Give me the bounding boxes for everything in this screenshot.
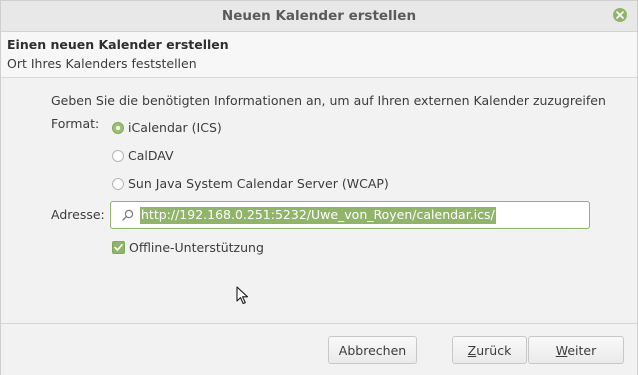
offline-support-checkbox[interactable]: Offline-Unterstützung — [112, 240, 264, 255]
format-option-label: Sun Java System Calendar Server (WCAP) — [128, 176, 389, 191]
radio-wcap[interactable] — [112, 177, 124, 190]
format-option-label: iCalendar (ICS) — [128, 120, 222, 135]
address-value[interactable]: http://192.168.0.251:5232/Uwe_von_Royen/… — [140, 207, 496, 224]
info-text: Geben Sie die benötigten Informationen a… — [51, 93, 606, 108]
wizard-page-title: Einen neuen Kalender erstellen — [7, 37, 229, 52]
wizard-content: Geben Sie die benötigten Informationen a… — [1, 78, 637, 322]
button-bar: Abbrechen Zurück Weiter — [1, 323, 637, 375]
address-input[interactable]: http://192.168.0.251:5232/Uwe_von_Royen/… — [110, 201, 590, 229]
titlebar[interactable]: Neuen Kalender erstellen — [1, 1, 637, 32]
checkbox-offline[interactable] — [112, 241, 125, 254]
wizard-header: Einen neuen Kalender erstellen Ort Ihres… — [1, 32, 637, 78]
wizard-page-subtitle: Ort Ihres Kalenders feststellen — [7, 56, 197, 71]
radio-caldav[interactable] — [112, 149, 124, 162]
format-option-icalendar[interactable]: iCalendar (ICS) — [112, 120, 222, 135]
address-label: Adresse: — [51, 207, 105, 222]
format-label: Format: — [51, 116, 100, 131]
cancel-button-label: Abbrechen — [338, 342, 407, 358]
format-option-caldav[interactable]: CalDAV — [112, 148, 174, 163]
format-option-label: CalDAV — [128, 148, 174, 163]
search-icon — [122, 209, 134, 221]
cancel-button[interactable]: Abbrechen — [328, 336, 417, 364]
back-button-label: Zurück — [467, 342, 512, 358]
back-button[interactable]: Zurück — [452, 336, 527, 364]
close-icon — [616, 11, 624, 19]
window-title: Neuen Kalender erstellen — [221, 8, 417, 24]
dialog-window: Neuen Kalender erstellen Einen neuen Kal… — [0, 0, 638, 375]
checkmark-icon — [114, 244, 123, 251]
next-button[interactable]: Weiter — [528, 336, 624, 364]
radio-icalendar[interactable] — [112, 121, 124, 134]
next-button-label: Weiter — [555, 342, 597, 358]
format-option-wcap[interactable]: Sun Java System Calendar Server (WCAP) — [112, 176, 389, 191]
mouse-pointer-icon — [236, 286, 249, 305]
offline-support-label: Offline-Unterstützung — [129, 240, 264, 255]
close-button[interactable] — [613, 8, 627, 22]
